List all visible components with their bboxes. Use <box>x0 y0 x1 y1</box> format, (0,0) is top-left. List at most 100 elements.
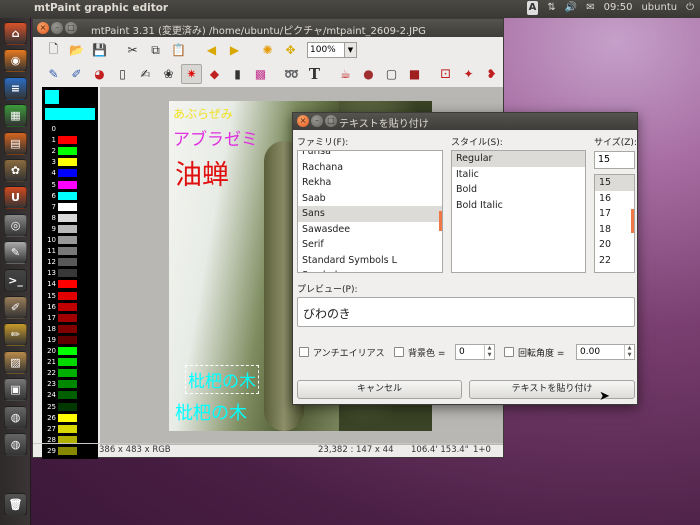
family-list-item[interactable]: Standard Symbols L <box>298 253 442 269</box>
palette-swatch[interactable] <box>58 424 77 433</box>
mahjong-icon[interactable]: ✿ <box>4 159 27 182</box>
impress-icon[interactable]: ▤ <box>4 131 27 155</box>
sound-icon[interactable]: 🔊 <box>565 1 577 15</box>
polygon-icon[interactable]: ◆ <box>204 64 225 84</box>
keyboard-icon[interactable]: A <box>526 1 539 15</box>
select-active-icon[interactable]: ✷ <box>181 64 202 84</box>
rotate-spinner[interactable]: 0.00 ▲ ▼ <box>576 344 635 360</box>
palette-swatch[interactable] <box>58 324 77 333</box>
fill-icon[interactable]: ◕ <box>89 64 110 84</box>
palette-swatch[interactable] <box>58 247 77 256</box>
palette-swatch[interactable] <box>58 180 77 189</box>
network-icon[interactable]: ⇅ <box>547 1 555 15</box>
palette-swatch[interactable] <box>58 402 77 411</box>
family-list[interactable]: Purisa Rachana Rekha Saab Sans Sawasdee Serif S… <box>297 150 443 273</box>
palette-swatch[interactable] <box>58 169 77 178</box>
copy-icon[interactable]: ⧉ <box>145 40 166 60</box>
family-scrollbar[interactable] <box>439 211 442 231</box>
lasso-select-icon[interactable]: ❥ <box>481 64 502 84</box>
disk1-icon[interactable]: ◍ <box>4 405 27 429</box>
trash-icon[interactable]: 🗑 <box>4 493 27 516</box>
terminal-icon[interactable]: >_ <box>4 268 27 292</box>
rect-outline-icon[interactable]: ▢ <box>381 64 402 84</box>
family-list-item[interactable]: Saab <box>298 191 442 207</box>
blob-icon[interactable]: ● <box>358 64 379 84</box>
text-tool-icon[interactable]: T <box>304 64 325 84</box>
palette-swatch[interactable] <box>58 347 77 355</box>
camera-icon[interactable]: ◎ <box>4 213 27 237</box>
family-list-item[interactable]: Sawasdee <box>298 222 442 238</box>
style-list-item[interactable]: Italic <box>452 167 585 183</box>
maximize-icon[interactable]: □ <box>65 22 77 34</box>
user-menu[interactable]: ubuntu <box>641 1 677 15</box>
paste-text-button[interactable]: テキストを貼り付け <box>469 380 635 399</box>
gradient-icon[interactable]: ▩ <box>250 64 271 84</box>
rect-fill-icon[interactable]: ■ <box>404 64 425 84</box>
size-list-item[interactable]: 22 <box>595 253 634 269</box>
software-center-icon[interactable]: U <box>4 186 27 210</box>
zoom-select[interactable]: 100% ▼ <box>307 42 357 58</box>
dialog-titlebar[interactable]: × – □ テキストを貼り付け <box>293 113 637 130</box>
rotate-checkbox[interactable] <box>504 347 514 357</box>
palette-swatch[interactable] <box>58 358 77 367</box>
size-list-item[interactable]: 18 <box>595 222 634 238</box>
spiral-icon[interactable]: ➿ <box>281 64 302 84</box>
gimp-icon[interactable]: ✐ <box>4 296 27 319</box>
cut-icon[interactable]: ✂ <box>122 40 143 60</box>
dialog-maximize-icon[interactable]: □ <box>325 115 337 127</box>
mtpaint-icon[interactable]: ▨ <box>4 350 27 374</box>
monitor-icon[interactable]: ▣ <box>4 378 27 402</box>
spinner-arrows-icon[interactable]: ▲ ▼ <box>624 345 634 359</box>
family-list-item[interactable]: Rekha <box>298 175 442 191</box>
redo-icon[interactable]: ▶ <box>224 40 245 60</box>
palette-swatch[interactable] <box>58 313 77 322</box>
size-list-item[interactable]: 15 <box>595 175 634 191</box>
palette-swatch[interactable] <box>58 202 77 211</box>
style-list-item[interactable]: Bold Italic <box>452 198 585 214</box>
family-list-item[interactable]: Serif <box>298 237 442 253</box>
palette-swatch[interactable] <box>58 224 77 233</box>
family-list-item[interactable]: Rachana <box>298 160 442 176</box>
move-icon[interactable]: ✥ <box>280 40 301 60</box>
palette-swatch[interactable] <box>58 302 77 311</box>
mtpaint-titlebar[interactable]: × – □ mtPaint 3.31 (変更済み) /home/ubuntu/ピ… <box>33 19 503 37</box>
style-list-item[interactable]: Regular <box>452 151 585 167</box>
undo-icon[interactable]: ◀ <box>201 40 222 60</box>
size-list-item[interactable]: 17 <box>595 206 634 222</box>
power-icon[interactable]: ⏻ <box>686 1 694 15</box>
family-list-item[interactable]: Purisa <box>298 151 442 160</box>
calc-icon[interactable]: ▦ <box>4 104 27 128</box>
palette-swatch[interactable] <box>58 369 77 378</box>
palette-swatch[interactable] <box>58 258 77 267</box>
palette-swatch[interactable] <box>58 269 77 278</box>
cup-icon[interactable]: ☕ <box>335 64 356 84</box>
palette-swatch[interactable] <box>58 147 77 156</box>
palette-swatch[interactable] <box>58 236 77 244</box>
smudge-icon[interactable]: ✍ <box>135 64 156 84</box>
open-folder-icon[interactable]: 📂 <box>66 40 87 60</box>
color-preview[interactable] <box>43 88 95 122</box>
dialog-close-icon[interactable]: × <box>297 115 309 127</box>
pasted-text-selection[interactable]: 枇杷の木 <box>185 365 259 394</box>
style-list[interactable]: Regular Italic Bold Bold Italic <box>451 150 586 273</box>
writer-icon[interactable]: ≡ <box>4 76 27 100</box>
line-icon[interactable]: ▯ <box>112 64 133 84</box>
size-list-item[interactable]: 20 <box>595 237 634 253</box>
clone-icon[interactable]: ❀ <box>158 64 179 84</box>
size-list[interactable]: 15 16 17 18 20 22 <box>594 174 635 273</box>
pan-icon[interactable]: ✺ <box>257 40 278 60</box>
palette-swatch[interactable] <box>58 191 77 200</box>
size-input[interactable]: 15 <box>594 151 635 169</box>
dialog-minimize-icon[interactable]: – <box>311 115 323 127</box>
cancel-button[interactable]: キャンセル <box>297 380 462 399</box>
family-list-item[interactable]: Symbol <box>298 268 442 272</box>
antialias-checkbox[interactable] <box>299 347 309 357</box>
paste-icon[interactable]: 📋 <box>168 40 189 60</box>
palette-swatch[interactable] <box>58 125 77 133</box>
clock[interactable]: 09:50 <box>604 1 633 15</box>
mail-icon[interactable]: ✉ <box>586 1 594 15</box>
palette-swatch[interactable] <box>58 158 77 167</box>
disk2-icon[interactable]: ◍ <box>4 433 27 456</box>
palette-swatch[interactable] <box>58 335 77 344</box>
palette-swatch[interactable] <box>58 280 77 289</box>
